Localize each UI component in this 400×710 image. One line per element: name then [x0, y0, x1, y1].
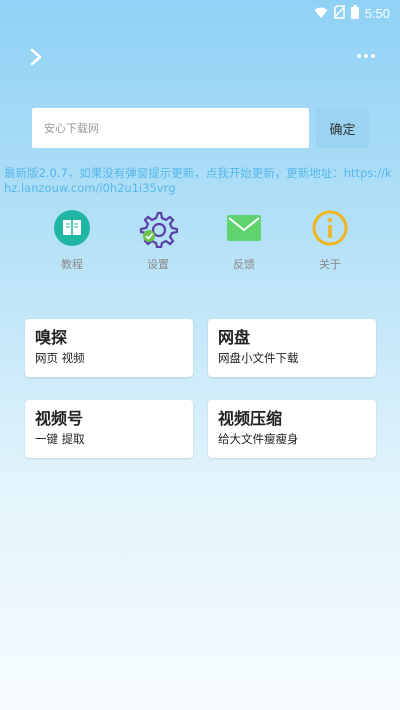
- card-subtitle: 网页 视频: [35, 351, 85, 365]
- card-title: 网盘: [218, 328, 251, 347]
- shortcut-feedback[interactable]: 反馈: [214, 208, 274, 272]
- battery-icon: [350, 4, 359, 23]
- more-icon: [356, 48, 376, 67]
- mail-icon: [224, 208, 264, 248]
- card-title: 视频压缩: [218, 409, 283, 428]
- confirm-button[interactable]: 确定: [316, 108, 369, 148]
- card-subtitle: 网盘小文件下载: [218, 351, 299, 365]
- book-icon: [52, 208, 92, 248]
- no-sim-icon: [333, 4, 346, 23]
- card-subtitle: 一键 提取: [35, 432, 85, 446]
- chevron-right-icon: [26, 48, 48, 74]
- search-box: [32, 108, 309, 148]
- status-time: 5:50: [364, 6, 390, 21]
- more-button[interactable]: [356, 48, 376, 62]
- shortcut-label: 设置: [147, 258, 169, 271]
- wifi-icon: [314, 4, 328, 23]
- shortcut-label: 关于: [319, 258, 341, 271]
- gear-icon: [138, 208, 178, 248]
- shortcut-label: 教程: [61, 258, 83, 271]
- update-notice-link[interactable]: 最新版2.0.7，如果没有弹窗提示更新，点我开始更新，更新地址：https://…: [4, 166, 394, 196]
- shortcut-label: 反馈: [233, 258, 255, 271]
- card-video-channel[interactable]: 视频号 一键 提取: [25, 400, 193, 458]
- card-title: 视频号: [35, 409, 84, 428]
- shortcut-settings[interactable]: 设置: [128, 208, 188, 272]
- shortcut-about[interactable]: 关于: [300, 208, 360, 272]
- info-icon: [310, 208, 350, 248]
- shortcut-tutorial[interactable]: 教程: [42, 208, 102, 272]
- card-netdisk[interactable]: 网盘 网盘小文件下载: [208, 319, 376, 377]
- card-subtitle: 给大文件瘦瘦身: [218, 432, 299, 446]
- card-title: 嗅探: [35, 328, 68, 347]
- status-bar: 5:50: [0, 0, 400, 26]
- card-video-compress[interactable]: 视频压缩 给大文件瘦瘦身: [208, 400, 376, 458]
- status-icons: 5:50: [314, 4, 390, 23]
- search-input[interactable]: [42, 120, 299, 136]
- back-button[interactable]: [26, 44, 48, 70]
- card-sniff[interactable]: 嗅探 网页 视频: [25, 319, 193, 377]
